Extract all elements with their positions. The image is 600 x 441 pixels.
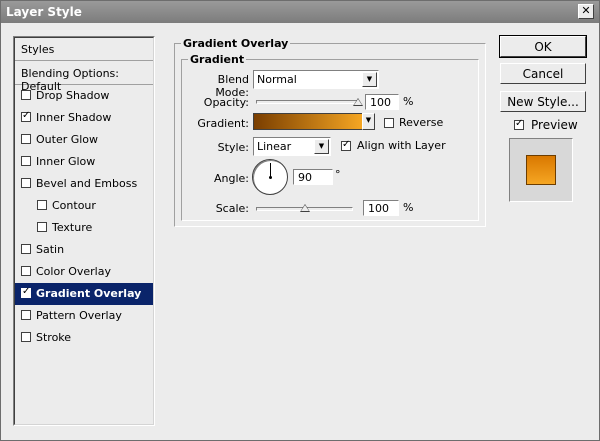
style-item-label: Inner Glow [36,155,96,168]
style-checkbox[interactable] [21,156,31,166]
style-item-label: Texture [52,221,93,234]
style-item-label: Gradient Overlay [36,287,142,300]
style-label: Style: [217,141,249,154]
reverse-checkbox[interactable] [384,118,394,128]
style-item-label: Stroke [36,331,72,344]
close-icon[interactable]: ✕ [578,4,594,19]
subgroup-title: Gradient [188,53,247,66]
blend-mode-select[interactable]: Normal ▼ [253,70,379,89]
scale-input[interactable]: 100 [363,200,399,216]
style-checkbox[interactable] [21,244,31,254]
style-item-label: Bevel and Emboss [36,177,138,190]
angle-label: Angle: [213,172,249,185]
style-item-label: Outer Glow [36,133,99,146]
scale-label: Scale: [215,202,249,215]
blending-options-item[interactable]: Blending Options: Default [15,62,153,93]
angle-center [269,176,272,179]
title-bar[interactable]: Layer Style ✕ [1,1,599,23]
gradient-picker-toggle[interactable]: ▼ [362,113,375,130]
new-style-button[interactable]: New Style... [500,91,586,112]
style-checkbox[interactable] [21,110,31,122]
blend-mode-value: Normal [257,73,297,86]
opacity-slider-thumb[interactable] [353,98,363,106]
style-checkbox[interactable] [21,178,31,188]
styles-header[interactable]: Styles [15,38,153,61]
style-checkbox[interactable] [21,134,31,144]
style-item-label: Color Overlay [36,265,111,278]
group-title: Gradient Overlay [181,37,291,50]
gradient-label: Gradient: [197,117,249,130]
style-item-bevel-and-emboss[interactable]: Bevel and Emboss [15,173,153,195]
style-item-label: Satin [36,243,65,256]
angle-needle [270,163,271,177]
style-item-contour[interactable]: Contour [15,195,153,217]
style-item-label: Inner Shadow [36,111,112,124]
style-select[interactable]: Linear ▼ [253,137,331,156]
reverse-label: Reverse [399,116,444,129]
style-item-stroke[interactable]: Stroke [15,327,153,349]
gradient-swatch[interactable] [253,113,363,130]
angle-unit: ° [335,168,341,181]
styles-list-panel: Styles Blending Options: Default Drop Sh… [13,36,155,426]
style-checkbox[interactable] [37,200,47,210]
style-checkbox[interactable] [21,332,31,342]
style-item-texture[interactable]: Texture [15,217,153,239]
style-item-outer-glow[interactable]: Outer Glow [15,129,153,151]
layer-style-dialog: Layer Style ✕ Styles Blending Options: D… [0,0,600,441]
ok-button[interactable]: OK [499,35,587,58]
style-item-label: Contour [52,199,96,212]
style-checkbox[interactable] [37,222,47,232]
style-item-gradient-overlay[interactable]: Gradient Overlay [15,283,153,305]
style-value: Linear [257,140,292,153]
window-title: Layer Style [6,5,82,19]
opacity-input[interactable]: 100 [365,94,399,110]
chevron-down-icon[interactable]: ▼ [314,139,329,154]
align-with-layer-label: Align with Layer [357,139,446,152]
angle-dial[interactable] [252,159,288,195]
preview-label: Preview [531,118,578,132]
style-item-pattern-overlay[interactable]: Pattern Overlay [15,305,153,327]
style-checkbox[interactable] [21,266,31,276]
align-with-layer-checkbox[interactable] [341,139,351,151]
chevron-down-icon[interactable]: ▼ [362,72,377,87]
style-item-color-overlay[interactable]: Color Overlay [15,261,153,283]
styles-list: Styles Blending Options: Default Drop Sh… [14,37,154,425]
preview-swatch [526,155,556,185]
chevron-down-icon[interactable]: ▼ [362,113,375,130]
angle-input[interactable]: 90 [293,169,333,185]
style-item-label: Drop Shadow [36,89,110,102]
cancel-button[interactable]: Cancel [500,63,586,84]
preview-box [509,138,573,202]
opacity-label: Opacity: [203,96,249,109]
style-checkbox[interactable] [21,90,31,100]
style-checkbox[interactable] [21,286,31,298]
style-item-drop-shadow[interactable]: Drop Shadow [15,85,153,107]
opacity-slider[interactable] [256,100,358,104]
opacity-unit: % [403,95,414,108]
style-item-label: Pattern Overlay [36,309,122,322]
style-item-inner-shadow[interactable]: Inner Shadow [15,107,153,129]
scale-slider-thumb[interactable] [299,204,310,212]
style-item-inner-glow[interactable]: Inner Glow [15,151,153,173]
style-checkbox[interactable] [21,310,31,320]
scale-unit: % [403,201,414,214]
style-item-satin[interactable]: Satin [15,239,153,261]
preview-checkbox[interactable] [514,118,524,130]
